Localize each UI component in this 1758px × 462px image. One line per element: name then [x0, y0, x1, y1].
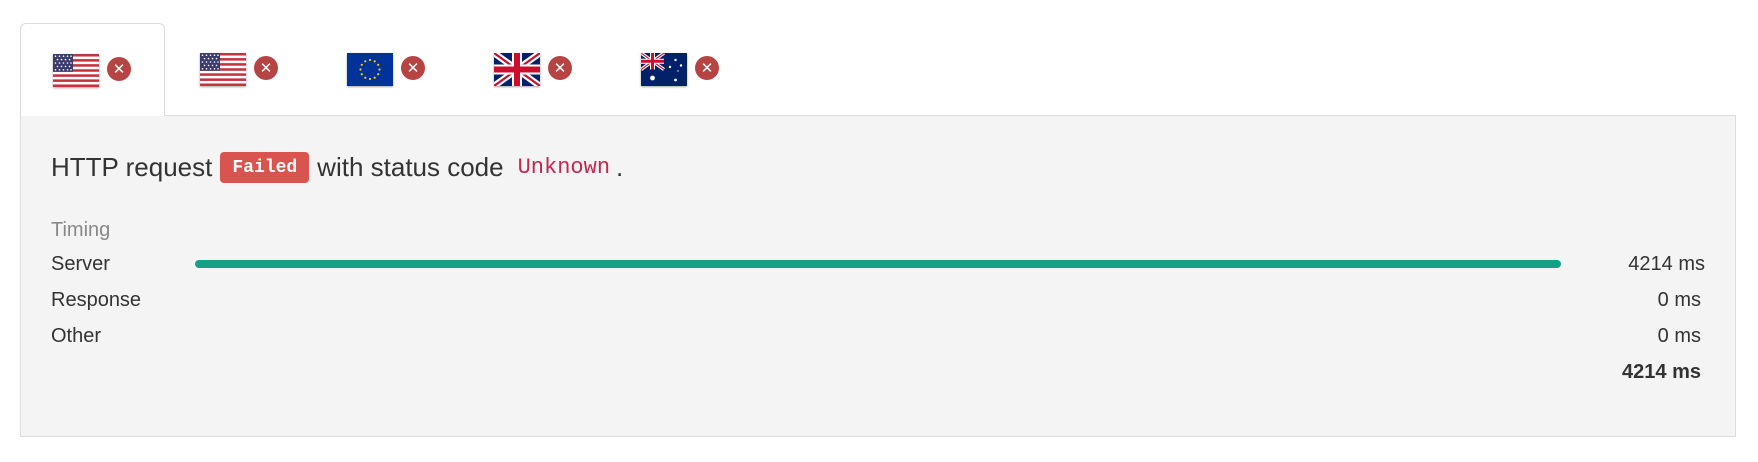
timing-row-other: Other 0 ms: [51, 316, 1705, 356]
timing-total: 4214 ms: [1622, 361, 1701, 383]
us-flag-graphic: [53, 53, 99, 87]
timing-value: 4214 ms: [1628, 253, 1705, 275]
timing-value: 0 ms: [1657, 325, 1701, 347]
uk-flag-graphic: [494, 52, 540, 86]
status-badge: Failed: [220, 152, 310, 183]
timing-bar-track: [195, 332, 1561, 340]
timing-value: 0 ms: [1657, 289, 1701, 311]
uk-flag-icon: [494, 52, 540, 86]
tab-au[interactable]: ✕: [606, 23, 753, 115]
eu-flag-graphic: [347, 52, 393, 86]
tab-us-2[interactable]: ✕: [165, 23, 312, 115]
timing-label: Server: [51, 253, 110, 275]
au-flag-icon: [641, 52, 687, 86]
timing-label: Other: [51, 325, 102, 347]
timing-row-total: 4214 ms: [51, 352, 1705, 392]
timing-title: Timing: [51, 219, 111, 241]
result-panel: HTTP request Failed with status code Unk…: [20, 115, 1736, 437]
timing-label: Response: [51, 289, 142, 311]
timing-row-response: Response 0 ms: [51, 280, 1705, 320]
close-circle-icon[interactable]: ✕: [107, 57, 131, 81]
us-flag-icon: [200, 52, 246, 86]
tab-uk[interactable]: ✕: [459, 23, 606, 115]
us-flag-icon: [53, 53, 99, 87]
close-circle-icon[interactable]: ✕: [401, 56, 425, 80]
timing-bar-track: [195, 260, 1561, 268]
close-circle-icon[interactable]: ✕: [548, 56, 572, 80]
tab-us-1[interactable]: ✕: [20, 23, 165, 116]
close-circle-icon[interactable]: ✕: [254, 56, 278, 80]
eu-flag-icon: [347, 52, 393, 86]
tab-eu[interactable]: ✕: [312, 23, 459, 115]
headline-suffix: .: [616, 152, 624, 182]
close-circle-icon[interactable]: ✕: [695, 56, 719, 80]
result-headline: HTTP request Failed with status code Unk…: [51, 152, 623, 183]
au-flag-graphic: [641, 52, 687, 86]
location-tabs: ✕ ✕ ✕ ✕ ✕: [20, 23, 753, 116]
headline-prefix: HTTP request: [51, 152, 213, 182]
timing-bar-server: [195, 260, 1561, 268]
status-code: Unknown: [517, 155, 611, 180]
timing-bar-track: [195, 296, 1561, 304]
headline-middle: with status code: [317, 152, 504, 182]
timing-row-server: Server 4214 ms: [51, 244, 1705, 284]
us-flag-graphic: [200, 52, 246, 86]
